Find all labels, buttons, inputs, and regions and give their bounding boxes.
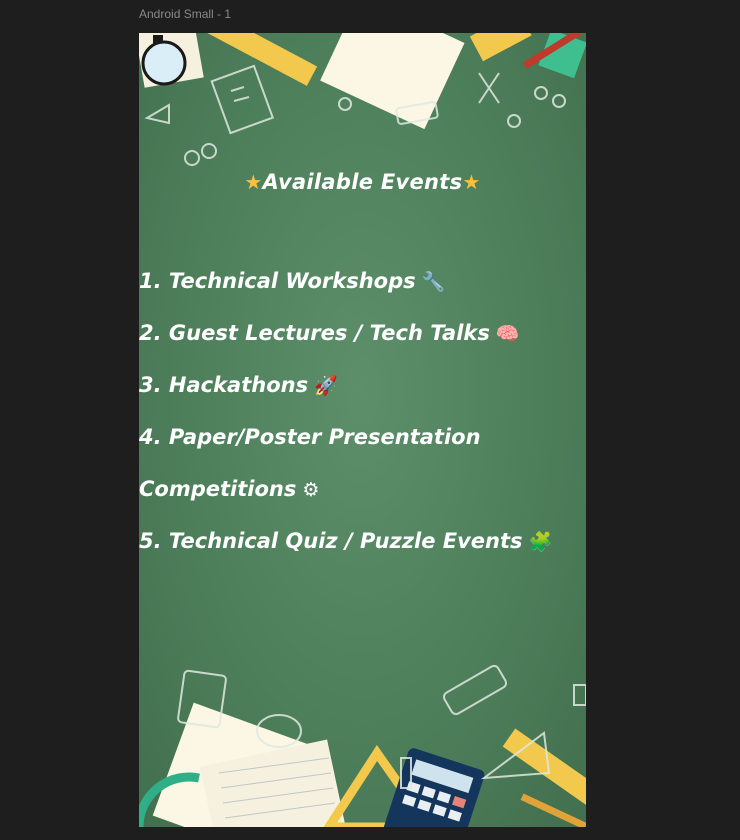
list-item: 4. Paper/Poster Presentation <box>139 411 586 463</box>
event-label: 2. Guest Lectures / Tech Talks <box>139 321 490 345</box>
wrench-icon: 🔧 <box>421 271 446 293</box>
star-icon: ★ <box>462 170 481 194</box>
puzzle-icon: 🧩 <box>528 531 553 553</box>
event-label: 4. Paper/Poster Presentation <box>139 425 481 449</box>
list-item: Competitions ⚙ <box>139 463 586 515</box>
event-label: Competitions <box>139 477 297 501</box>
brain-icon: 🧠 <box>495 323 520 345</box>
gear-icon: ⚙ <box>302 479 320 501</box>
list-item: 5. Technical Quiz / Puzzle Events 🧩 <box>139 515 586 567</box>
list-item: 3. Hackathons 🚀 <box>139 359 586 411</box>
list-item: 2. Guest Lectures / Tech Talks 🧠 <box>139 307 586 359</box>
event-label: 3. Hackathons <box>139 373 309 397</box>
rocket-icon: 🚀 <box>314 375 338 397</box>
event-label: 5. Technical Quiz / Puzzle Events <box>139 529 523 553</box>
event-label: 1. Technical Workshops <box>139 269 416 293</box>
android-frame: ★Available Events★ 1. Technical Workshop… <box>139 33 586 827</box>
page-title-text: Available Events <box>262 170 463 194</box>
list-item: 1. Technical Workshops 🔧 <box>139 255 586 307</box>
star-icon: ★ <box>244 170 263 194</box>
event-list: 1. Technical Workshops 🔧 2. Guest Lecture… <box>139 255 586 567</box>
page-title: ★Available Events★ <box>139 170 586 194</box>
frame-label[interactable]: Android Small - 1 <box>139 7 231 21</box>
